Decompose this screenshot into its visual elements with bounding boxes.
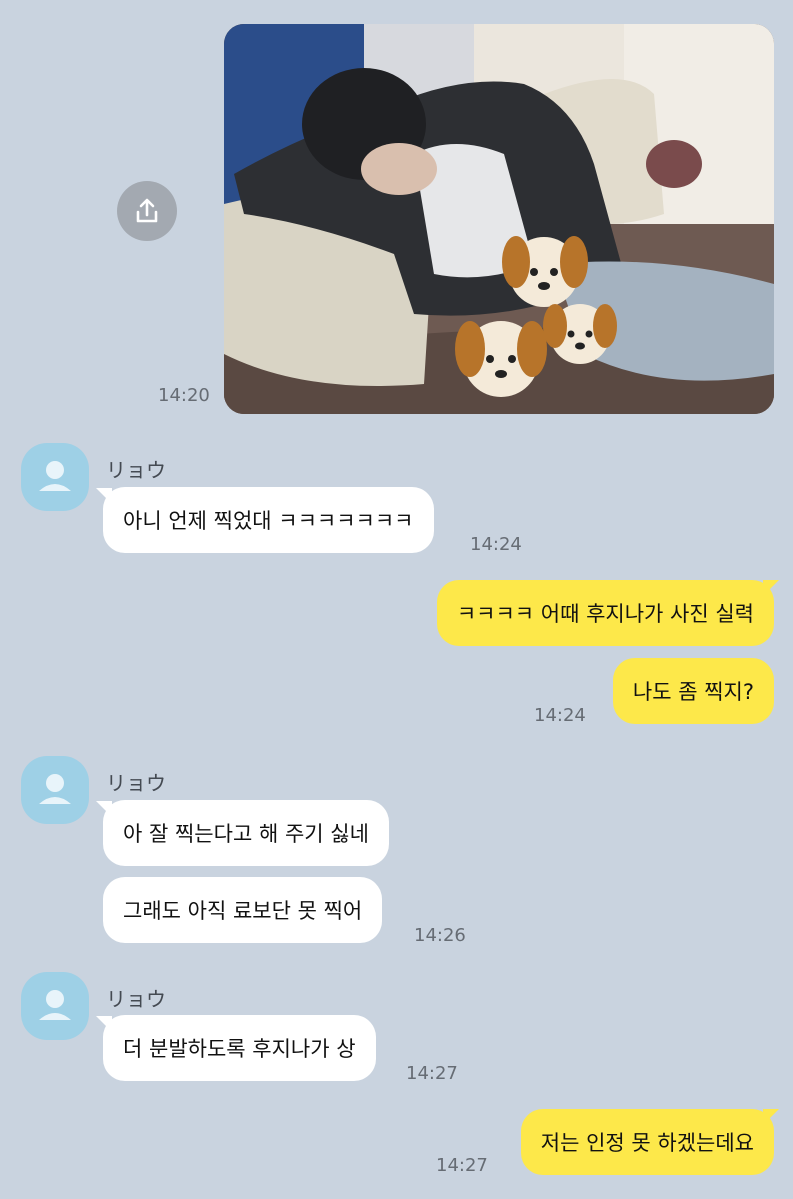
photo-time: 14:20 bbox=[158, 385, 210, 406]
share-button[interactable] bbox=[117, 181, 177, 241]
message-time: 14:24 bbox=[470, 534, 522, 555]
message-time: 14:24 bbox=[534, 705, 586, 726]
message-time: 14:27 bbox=[436, 1155, 488, 1176]
message-bubble[interactable]: 아니 언제 찍었대 ㅋㅋㅋㅋㅋㅋㅋ bbox=[103, 487, 434, 553]
message-bubble[interactable]: ㅋㅋㅋㅋ 어때 후지나가 사진 실력 bbox=[436, 580, 774, 646]
avatar[interactable] bbox=[21, 756, 89, 824]
message-time: 14:26 bbox=[414, 925, 466, 946]
avatar[interactable] bbox=[21, 443, 89, 511]
person-icon bbox=[39, 774, 71, 804]
photo-message[interactable] bbox=[224, 24, 774, 414]
person-icon bbox=[39, 990, 71, 1020]
message-time: 14:27 bbox=[406, 1063, 458, 1084]
message-bubble[interactable]: 더 분발하도록 후지나가 상 bbox=[103, 1015, 376, 1081]
message-bubble[interactable]: 저는 인정 못 하겠는데요 bbox=[520, 1109, 774, 1175]
share-icon bbox=[136, 198, 158, 223]
photo-image bbox=[224, 24, 774, 414]
sender-name: リョウ bbox=[106, 458, 166, 482]
message-bubble[interactable]: 나도 좀 찍지? bbox=[612, 658, 774, 724]
message-bubble[interactable]: 그래도 아직 료보단 못 찍어 bbox=[103, 877, 383, 943]
avatar[interactable] bbox=[21, 972, 89, 1040]
sender-name: リョウ bbox=[106, 771, 166, 795]
person-icon bbox=[39, 461, 71, 491]
message-bubble[interactable]: 아 잘 찍는다고 해 주기 싫네 bbox=[103, 800, 389, 866]
sender-name: リョウ bbox=[106, 987, 166, 1011]
